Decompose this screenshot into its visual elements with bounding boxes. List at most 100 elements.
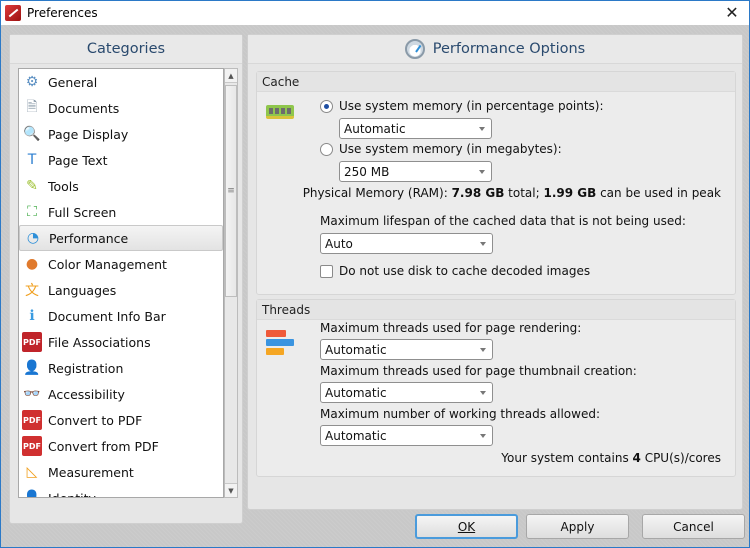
performance-gauge-icon: ◔ bbox=[26, 230, 40, 246]
sidebar-item-label: Full Screen bbox=[48, 204, 117, 220]
options-header: Performance Options bbox=[248, 35, 742, 64]
sidebar-item-label: Languages bbox=[48, 282, 117, 298]
lifespan-value: Auto bbox=[325, 236, 353, 251]
info-icon: ℹ bbox=[29, 308, 35, 324]
sidebar-item-general[interactable]: ⚙ General bbox=[19, 69, 223, 95]
page-display-icon: 🔍 bbox=[23, 126, 41, 142]
working-threads-select[interactable]: Automatic bbox=[320, 425, 493, 446]
memory-mb-select[interactable]: 250 MB bbox=[339, 161, 492, 182]
sidebar-item-languages[interactable]: 文 Languages bbox=[19, 277, 223, 303]
sidebar-item-page-display[interactable]: 🔍 Page Display bbox=[19, 121, 223, 147]
sidebar-item-label: Convert to PDF bbox=[48, 412, 143, 428]
sidebar-item-label: Convert from PDF bbox=[48, 438, 159, 454]
scroll-down-button[interactable]: ▼ bbox=[225, 483, 237, 497]
window-title: Preferences bbox=[27, 6, 98, 20]
sidebar-item-tools[interactable]: ✎ Tools bbox=[19, 173, 223, 199]
sidebar-item-convert-to-pdf[interactable]: PDF Convert to PDF bbox=[19, 407, 223, 433]
sidebar-item-page-text[interactable]: T Page Text bbox=[19, 147, 223, 173]
rendering-threads-select[interactable]: Automatic bbox=[320, 339, 493, 360]
memory-mb-value: 250 MB bbox=[344, 164, 390, 179]
rendering-threads-label: Maximum threads used for page rendering: bbox=[320, 321, 582, 335]
triangle-ruler-icon: ◺ bbox=[26, 464, 38, 480]
sidebar-item-label: Accessibility bbox=[48, 386, 125, 402]
physical-memory-info: Physical Memory (RAM): 7.98 GB total; 1.… bbox=[303, 186, 721, 200]
performance-options-panel: Performance Options Cache Use system mem… bbox=[247, 34, 743, 510]
sidebar-item-full-screen[interactable]: ⛶ Full Screen bbox=[19, 199, 223, 225]
sidebar-item-convert-from-pdf[interactable]: PDF Convert from PDF bbox=[19, 433, 223, 459]
close-button[interactable]: ✕ bbox=[721, 3, 743, 23]
sidebar-item-documents[interactable]: 🗎 Documents bbox=[19, 95, 223, 121]
page-text-icon: T bbox=[27, 152, 37, 168]
memory-chip-icon bbox=[266, 105, 294, 119]
scroll-up-button[interactable]: ▲ bbox=[225, 69, 237, 83]
app-logo-icon bbox=[5, 5, 21, 21]
categories-panel: Categories ⚙ General 🗎 Documents 🔍 Page Displ… bbox=[9, 34, 243, 524]
sidebar-item-registration[interactable]: 👤 Registration bbox=[19, 355, 223, 381]
apply-button[interactable]: Apply bbox=[526, 514, 629, 539]
use-memory-mb-label[interactable]: Use system memory (in megabytes): bbox=[339, 142, 562, 156]
preferences-dialog: Preferences ✕ Categories ⚙ General 🗎 Docume… bbox=[0, 0, 750, 548]
working-threads-value: Automatic bbox=[325, 428, 387, 443]
convert-from-pdf-icon: PDF bbox=[22, 436, 42, 456]
title-bar: Preferences ✕ bbox=[1, 1, 749, 25]
use-memory-mb-radio[interactable] bbox=[320, 143, 333, 156]
thumbnail-threads-label: Maximum threads used for page thumbnail … bbox=[320, 364, 637, 378]
cache-group-title: Cache bbox=[257, 72, 735, 92]
physical-memory-total: 7.98 GB bbox=[451, 186, 505, 200]
sidebar-item-label: Performance bbox=[49, 230, 129, 246]
registration-user-icon: 👤 bbox=[23, 360, 41, 376]
lifespan-label: Maximum lifespan of the cached data that… bbox=[320, 214, 686, 228]
documents-icon: 🗎 bbox=[26, 99, 38, 115]
thumbnail-threads-select[interactable]: Automatic bbox=[320, 382, 493, 403]
sidebar-item-file-associations[interactable]: PDF File Associations bbox=[19, 329, 223, 355]
general-settings-icon: ⚙ bbox=[25, 74, 39, 90]
sidebar-item-label: Documents bbox=[48, 100, 120, 116]
cpu-count-info: Your system contains 4 CPU(s)/cores bbox=[501, 451, 721, 465]
cpu-suffix: CPU(s)/cores bbox=[640, 451, 721, 465]
memory-percent-value: Automatic bbox=[344, 121, 406, 136]
sidebar-item-accessibility[interactable]: 👓 Accessibility bbox=[19, 381, 223, 407]
cpu-prefix: Your system contains bbox=[501, 451, 633, 465]
categories-scrollbar[interactable]: ▲ ≡ ▼ bbox=[224, 68, 238, 498]
sidebar-item-label: Color Management bbox=[48, 256, 167, 272]
sidebar-item-label: General bbox=[48, 74, 98, 90]
chevron-down-icon bbox=[480, 391, 486, 395]
sidebar-item-performance[interactable]: ◔ Performance bbox=[19, 225, 223, 251]
sidebar-item-measurement[interactable]: ◺ Measurement bbox=[19, 459, 223, 485]
cancel-label: Cancel bbox=[673, 519, 714, 534]
chevron-down-icon bbox=[479, 170, 485, 174]
scrollbar-thumb[interactable]: ≡ bbox=[225, 85, 237, 297]
apply-label: Apply bbox=[560, 519, 595, 534]
lifespan-select[interactable]: Auto bbox=[320, 233, 493, 254]
sidebar-item-label: Identity bbox=[48, 490, 96, 498]
physical-memory-peak: 1.99 GB bbox=[543, 186, 597, 200]
disk-cache-checkbox[interactable] bbox=[320, 265, 333, 278]
languages-icon: 文 bbox=[25, 283, 39, 299]
convert-to-pdf-icon: PDF bbox=[22, 410, 42, 430]
sidebar-item-label: Registration bbox=[48, 360, 124, 376]
full-screen-icon: ⛶ bbox=[27, 204, 37, 220]
physical-memory-suffix: can be used in peak bbox=[596, 186, 721, 200]
ok-label: OK bbox=[457, 519, 476, 534]
chevron-down-icon bbox=[480, 242, 486, 246]
memory-percent-select[interactable]: Automatic bbox=[339, 118, 492, 139]
sidebar-item-color-management[interactable]: ● Color Management bbox=[19, 251, 223, 277]
sidebar-item-document-info-bar[interactable]: ℹ Document Info Bar bbox=[19, 303, 223, 329]
chevron-down-icon bbox=[479, 127, 485, 131]
physical-memory-mid: total; bbox=[504, 186, 544, 200]
threads-bars-icon bbox=[266, 330, 294, 358]
disk-cache-label[interactable]: Do not use disk to cache decoded images bbox=[339, 264, 590, 278]
ok-button[interactable]: OK bbox=[415, 514, 518, 539]
sidebar-item-label: File Associations bbox=[48, 334, 151, 350]
working-threads-label: Maximum number of working threads allowe… bbox=[320, 407, 601, 421]
options-title: Performance Options bbox=[432, 41, 586, 57]
use-memory-percent-label[interactable]: Use system memory (in percentage points)… bbox=[339, 99, 604, 113]
glasses-icon: 👓 bbox=[23, 386, 41, 402]
chevron-down-icon bbox=[480, 348, 486, 352]
sidebar-item-identity[interactable]: 👤 Identity bbox=[19, 485, 223, 498]
cancel-button[interactable]: Cancel bbox=[642, 514, 745, 539]
rendering-threads-value: Automatic bbox=[325, 342, 387, 357]
use-memory-percent-radio[interactable] bbox=[320, 100, 333, 113]
categories-header: Categories bbox=[10, 35, 242, 64]
sidebar-item-label: Page Text bbox=[48, 152, 108, 168]
